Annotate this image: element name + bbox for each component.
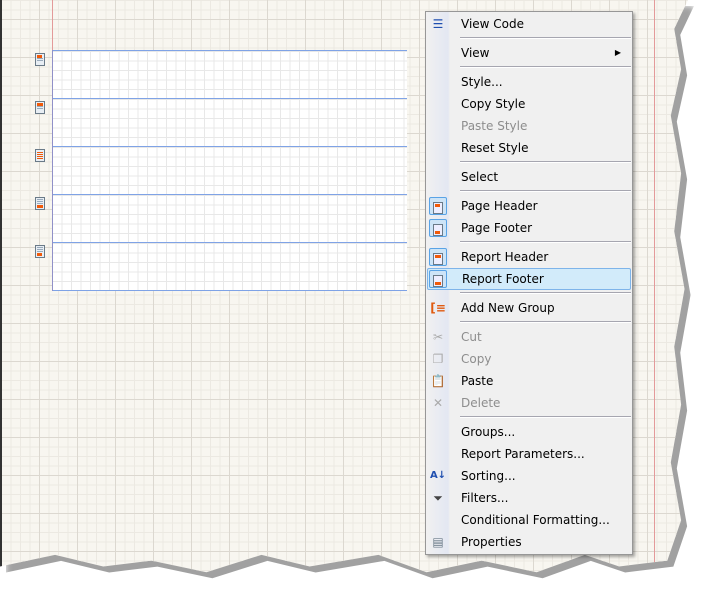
detail-band[interactable] [52, 146, 407, 194]
menu-label: Paste Style [461, 119, 528, 133]
paste-icon: 📋 [430, 374, 446, 388]
menu-item-view[interactable]: View ▶ [427, 42, 631, 64]
menu-label: Properties [461, 535, 522, 549]
menu-item-copy: ❐ Copy [427, 348, 631, 370]
menu-separator [460, 161, 631, 163]
margin-line-left [52, 0, 53, 50]
menu-item-add-new-group[interactable]: [≡ Add New Group [427, 297, 631, 319]
menu-separator [460, 66, 631, 68]
detail-icon [35, 149, 45, 162]
menu-item-report-header[interactable]: Report Header [427, 246, 631, 268]
menu-separator [460, 416, 631, 418]
menu-item-properties[interactable]: ▤ Properties [427, 531, 631, 553]
menu-label: Groups... [461, 425, 516, 439]
report-footer-band[interactable] [52, 194, 407, 242]
menu-label: Page Header [461, 199, 538, 213]
margin-line-right [654, 0, 655, 573]
menu-item-conditional-formatting[interactable]: Conditional Formatting... [427, 509, 631, 531]
report-header-icon [429, 248, 447, 266]
menu-item-view-code[interactable]: ☰ View Code [427, 13, 631, 35]
menu-label: Filters... [461, 491, 509, 505]
menu-label: Add New Group [461, 301, 555, 315]
menu-item-copy-style[interactable]: Copy Style [427, 93, 631, 115]
menu-item-page-header[interactable]: Page Header [427, 195, 631, 217]
band-bottom-border [52, 290, 407, 291]
menu-label: Style... [461, 75, 503, 89]
menu-label: View Code [461, 17, 525, 31]
menu-item-select[interactable]: Select [427, 166, 631, 188]
menu-label: Report Parameters... [461, 447, 585, 461]
context-menu: ☰ View Code View ▶ Style... Copy Style Pas… [425, 11, 633, 555]
report-header-band[interactable] [52, 98, 407, 146]
menu-item-paste[interactable]: 📋 Paste [427, 370, 631, 392]
menu-item-style[interactable]: Style... [427, 71, 631, 93]
menu-label: Report Header [461, 250, 549, 264]
menu-separator [460, 37, 631, 39]
add-group-icon: [≡ [430, 301, 446, 315]
report-footer-icon [429, 270, 447, 288]
menu-separator [460, 190, 631, 192]
menu-item-groups[interactable]: Groups... [427, 421, 631, 443]
menu-label: Reset Style [461, 141, 529, 155]
page-footer-icon [35, 245, 45, 258]
menu-label: Delete [461, 396, 501, 410]
page-footer-icon [429, 219, 447, 237]
filter-icon: ⏷ [433, 491, 443, 505]
menu-item-reset-style[interactable]: Reset Style [427, 137, 631, 159]
menu-item-page-footer[interactable]: Page Footer [427, 217, 631, 239]
menu-label: Cut [461, 330, 482, 344]
band-left-border [52, 50, 53, 291]
page-header-icon [35, 53, 45, 66]
menu-separator [460, 241, 631, 243]
report-header-icon [35, 101, 45, 114]
menu-item-cut: ✂ Cut [427, 326, 631, 348]
menu-label: Select [461, 170, 499, 184]
menu-item-report-parameters[interactable]: Report Parameters... [427, 443, 631, 465]
submenu-arrow-icon: ▶ [614, 48, 621, 57]
page-footer-band[interactable] [52, 242, 407, 290]
page-header-icon [429, 197, 447, 215]
menu-item-filters[interactable]: ⏷ Filters... [427, 487, 631, 509]
copy-icon: ❐ [432, 352, 444, 366]
menu-label: Paste [461, 374, 494, 388]
menu-label: Conditional Formatting... [461, 513, 610, 527]
menu-separator [460, 292, 631, 294]
sort-az-icon: A↓ [429, 470, 447, 481]
menu-item-sorting[interactable]: A↓ Sorting... [427, 465, 631, 487]
menu-label: Sorting... [461, 469, 516, 483]
delete-icon: ✕ [432, 396, 444, 410]
menu-label: Page Footer [461, 221, 533, 235]
menu-item-report-footer[interactable]: Report Footer [427, 268, 631, 290]
scissors-icon: ✂ [432, 330, 444, 344]
menu-label: Copy [461, 352, 492, 366]
menu-item-delete: ✕ Delete [427, 392, 631, 414]
menu-label: Copy Style [461, 97, 526, 111]
properties-icon: ▤ [432, 535, 444, 549]
view-code-icon: ☰ [432, 17, 444, 31]
menu-label: View [461, 46, 490, 60]
page-header-band[interactable] [52, 50, 407, 98]
menu-label: Report Footer [462, 272, 544, 286]
report-footer-icon [35, 197, 45, 210]
menu-separator [460, 321, 631, 323]
menu-item-paste-style: Paste Style [427, 115, 631, 137]
